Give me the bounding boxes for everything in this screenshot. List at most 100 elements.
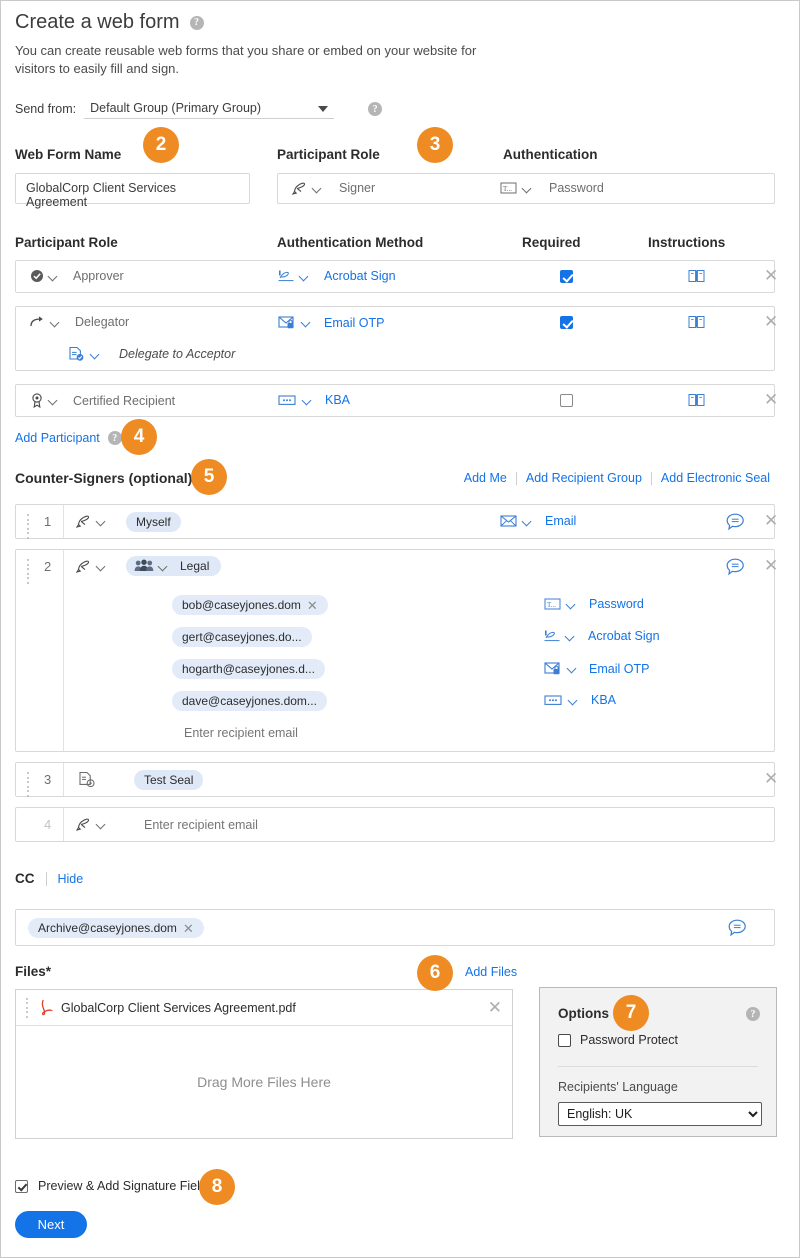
next-button[interactable]: Next	[15, 1211, 87, 1238]
chevron-down-icon	[523, 517, 532, 526]
send-from-select[interactable]: Default Group (Primary Group)	[84, 99, 335, 119]
signer-pen-icon	[75, 818, 90, 831]
required-checkbox[interactable]	[560, 394, 573, 407]
instructions-button[interactable]	[688, 269, 705, 283]
web-form-name-input[interactable]: GlobalCorp Client Services Agreement	[15, 173, 250, 209]
remove-file-button[interactable]: ✕	[488, 999, 502, 1016]
member-auth-label[interactable]: KBA	[591, 693, 616, 707]
svg-text:T...: T...	[547, 601, 556, 609]
primary-role-picker[interactable]: Signer	[291, 181, 375, 195]
cs-role-picker-4[interactable]	[75, 817, 106, 831]
recipient-group-icon	[134, 559, 154, 571]
delegate-to-acceptor-picker[interactable]: Delegate to Acceptor	[68, 346, 235, 362]
primary-auth-picker[interactable]: T... Password	[500, 181, 604, 195]
member-auth-label[interactable]: Acrobat Sign	[588, 629, 660, 643]
cc-recipient-chip[interactable]: Archive@caseyjones.dom ✕	[28, 918, 204, 938]
send-from-label: Send from:	[15, 102, 77, 116]
remove-counter-signer-2[interactable]: ✕	[764, 557, 778, 574]
cs-group-chip[interactable]: Legal	[126, 556, 222, 576]
preview-signature-fields-checkbox[interactable]	[15, 1179, 28, 1193]
cs-recipient-email-input[interactable]: Enter recipient email	[144, 818, 258, 832]
add-electronic-seal-link[interactable]: Add Electronic Seal	[652, 471, 779, 485]
remove-participant-button[interactable]: ✕	[764, 313, 778, 330]
message-button-1[interactable]	[726, 513, 745, 531]
remove-participant-button[interactable]: ✕	[764, 391, 778, 408]
recipients-language-select[interactable]: English: UKEnglish: USFrenchGermanSpanis…	[558, 1102, 762, 1126]
member-auth-picker-3[interactable]: Email OTP	[544, 661, 649, 676]
row-index: 2	[44, 559, 52, 574]
chevron-down-icon	[300, 272, 309, 281]
send-from-help-icon[interactable]: ?	[368, 102, 383, 116]
file-row: GlobalCorp Client Services Agreement.pdf…	[16, 990, 512, 1026]
cc-message-button[interactable]	[728, 919, 747, 937]
role-picker-approver[interactable]: Approver	[30, 269, 124, 283]
row-index: 3	[44, 772, 52, 787]
group-member-chip[interactable]: hogarth@caseyjones.d...	[172, 659, 325, 679]
group-member-chip[interactable]: gert@caseyjones.do...	[172, 627, 312, 647]
book-icon	[688, 394, 705, 406]
options-help-icon[interactable]: ?	[746, 1007, 760, 1021]
member-auth-label[interactable]: Password	[589, 597, 644, 611]
add-recipient-group-link[interactable]: Add Recipient Group	[517, 471, 651, 485]
chevron-down-icon	[303, 396, 312, 405]
remove-counter-signer-1[interactable]: ✕	[764, 512, 778, 529]
arrow-forward-icon	[30, 316, 43, 327]
instructions-button[interactable]	[688, 315, 705, 329]
instructions-button[interactable]	[688, 393, 705, 407]
drag-handle[interactable]	[27, 514, 30, 539]
role-picker-delegator[interactable]: Delegator	[30, 315, 129, 329]
recipients-language-label: Recipients' Language	[558, 1080, 678, 1094]
group-member-email-input[interactable]: Enter recipient email	[184, 726, 298, 740]
cs-role-picker-2[interactable]	[75, 559, 106, 573]
cs-delivery-label[interactable]: Email	[545, 514, 576, 528]
cc-hide-link[interactable]: Hide	[58, 872, 84, 886]
member-auth-picker-2[interactable]: Acrobat Sign	[544, 629, 660, 643]
group-member-chip[interactable]: bob@caseyjones.dom ✕	[172, 595, 328, 615]
cs-role-picker-1[interactable]	[75, 514, 106, 528]
add-participant-link[interactable]: Add Participant	[15, 431, 100, 445]
participant-row-delegator: Delegator Email OTP ✕ Delegate to Accept…	[15, 306, 778, 371]
auth-picker-delegator[interactable]: Email OTP	[278, 315, 384, 330]
add-files-link[interactable]: Add Files	[465, 965, 517, 979]
counter-signers-title: Counter-Signers (optional)	[15, 470, 193, 486]
member-auth-label[interactable]: Email OTP	[589, 662, 649, 676]
member-auth-picker-4[interactable]: KBA	[544, 693, 616, 707]
cc-field[interactable]: Archive@caseyjones.dom ✕	[15, 909, 775, 946]
required-checkbox[interactable]	[560, 316, 573, 329]
drag-handle[interactable]	[26, 997, 29, 1018]
svg-text:T...: T...	[503, 185, 512, 193]
password-protect-checkbox[interactable]	[558, 1033, 571, 1047]
remove-counter-signer-3[interactable]: ✕	[764, 770, 778, 787]
help-circle-icon[interactable]: ?	[189, 15, 204, 30]
cs-seal-icon-3[interactable]	[78, 771, 96, 789]
required-checkbox[interactable]	[560, 270, 573, 283]
add-participant-help-icon[interactable]: ?	[107, 431, 122, 445]
auth-picker-approver[interactable]: Acrobat Sign	[278, 269, 396, 283]
cs-seal-chip[interactable]: Test Seal	[134, 770, 204, 790]
cs-delivery-picker-1[interactable]: Email	[500, 514, 576, 528]
add-me-link[interactable]: Add Me	[455, 471, 516, 485]
auth-picker-certified[interactable]: KBA	[278, 393, 350, 407]
auth-label[interactable]: Email OTP	[324, 316, 384, 330]
participant-row-certified-recipient: Certified Recipient KBA ✕	[15, 384, 778, 417]
remove-cc-icon[interactable]: ✕	[183, 922, 194, 935]
drag-handle[interactable]	[27, 772, 30, 797]
page-title: Create a web form	[15, 11, 180, 33]
cs-recipient-chip[interactable]: Myself	[126, 512, 181, 532]
signer-pen-icon	[291, 182, 306, 195]
signer-pen-icon	[75, 515, 90, 528]
group-member-chip[interactable]: dave@caseyjones.dom...	[172, 691, 327, 711]
files-drop-zone[interactable]: GlobalCorp Client Services Agreement.pdf…	[15, 989, 513, 1139]
remove-participant-button[interactable]: ✕	[764, 267, 778, 284]
auth-label[interactable]: Acrobat Sign	[324, 269, 396, 283]
delegate-to-acceptor-label: Delegate to Acceptor	[119, 347, 236, 361]
auth-label[interactable]: KBA	[325, 393, 350, 407]
message-button-2[interactable]	[726, 558, 745, 576]
drag-handle[interactable]	[27, 559, 30, 584]
member-auth-picker-1[interactable]: T... Password	[544, 597, 644, 611]
remove-member-icon[interactable]: ✕	[307, 599, 318, 612]
signer-pen-icon	[75, 560, 90, 573]
cc-recipient-email: Archive@caseyjones.dom	[38, 921, 177, 935]
pdf-icon	[41, 999, 53, 1016]
role-picker-certified[interactable]: Certified Recipient	[30, 393, 175, 409]
